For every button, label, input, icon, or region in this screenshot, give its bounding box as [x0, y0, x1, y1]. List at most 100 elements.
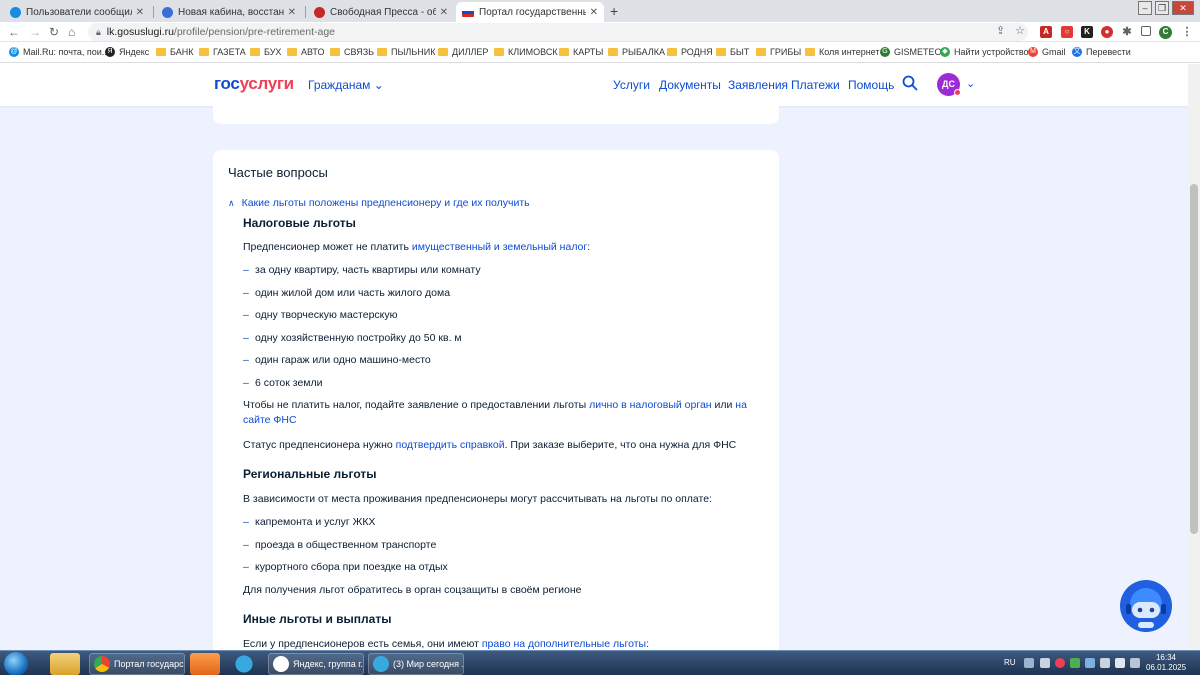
- adblock-extension-icon[interactable]: ●: [1101, 26, 1113, 38]
- new-tab-button[interactable]: +: [610, 3, 618, 19]
- faq-question-label: Какие льготы положены предпенсионеру и г…: [241, 197, 530, 209]
- russian-flag-favicon-icon: [462, 7, 474, 17]
- browser-tab-2[interactable]: Новая кабина, восстановлен ✕: [156, 2, 302, 22]
- url-path: /profile/pension/pre-retirement-age: [173, 26, 336, 38]
- extensions-puzzle-icon[interactable]: ✱: [1121, 26, 1133, 38]
- find-device-icon: ◆: [940, 47, 950, 57]
- restore-icon[interactable]: ❐: [1155, 1, 1169, 15]
- bookmark-folder[interactable]: ПЫЛЬНИК: [377, 47, 435, 57]
- close-tab-icon[interactable]: ✕: [136, 7, 144, 18]
- list-item: – проезда в общественном транспорте: [243, 539, 437, 551]
- tax-office-link[interactable]: лично в налоговый орган: [589, 399, 712, 411]
- nav-payments[interactable]: Платежи: [791, 78, 840, 92]
- nav-applications[interactable]: Заявления: [728, 78, 788, 92]
- tray-network-icon[interactable]: [1024, 658, 1034, 668]
- bookmark-gmail[interactable]: M Gmail: [1028, 47, 1066, 57]
- close-tab-icon[interactable]: ✕: [590, 7, 598, 18]
- file-explorer-icon[interactable]: [50, 653, 80, 675]
- browser-toolbar: ← → ↻ ⌂ 🔒︎ lk.gosuslugi.ru /profile/pens…: [0, 22, 1200, 42]
- bookmark-star-icon[interactable]: ☆: [1015, 24, 1025, 37]
- k-extension-icon[interactable]: K: [1081, 26, 1093, 38]
- bookmark-folder[interactable]: БЫТ: [716, 47, 749, 57]
- profile-avatar[interactable]: C: [1159, 26, 1172, 39]
- nav-documents[interactable]: Документы: [659, 78, 721, 92]
- section-heading: Налоговые льготы: [243, 216, 356, 230]
- bookmark-folder[interactable]: БУХ: [250, 47, 281, 57]
- folder-icon: [250, 48, 260, 56]
- windows-taskbar: Портал государс... Яндекс, группа г... (…: [0, 650, 1200, 675]
- robot-assistant-icon[interactable]: [1118, 578, 1174, 634]
- bookmark-yandex[interactable]: Я Яндекс: [105, 47, 149, 57]
- close-tab-icon[interactable]: ✕: [288, 7, 296, 18]
- opera-extension-icon[interactable]: ○: [1061, 26, 1073, 38]
- tray-yandex-icon[interactable]: [1055, 658, 1065, 668]
- bookmark-folder[interactable]: РОДНЯ: [667, 47, 713, 57]
- bookmark-folder[interactable]: КАРТЫ: [559, 47, 603, 57]
- tab-title: Портал государственных услуг: [479, 6, 586, 18]
- gosuslugi-logo[interactable]: госуслуги: [214, 74, 294, 94]
- bookmark-folder[interactable]: ГАЗЕТА: [199, 47, 246, 57]
- page-scrollbar[interactable]: [1188, 64, 1200, 650]
- taskbar-yandex-window[interactable]: Яндекс, группа г...: [268, 653, 364, 675]
- back-arrow-icon[interactable]: ←: [8, 25, 20, 39]
- bookmark-folder[interactable]: КЛИМОВСК: [494, 47, 558, 57]
- list-item: – один гараж или одно машино-место: [243, 354, 431, 366]
- start-button[interactable]: [4, 652, 28, 675]
- pdf-extension-icon[interactable]: A: [1040, 26, 1052, 38]
- minimize-icon[interactable]: –: [1138, 1, 1152, 15]
- list-item: – за одну квартиру, часть квартиры или ко…: [243, 264, 481, 276]
- close-window-icon[interactable]: ✕: [1172, 1, 1194, 15]
- nav-help[interactable]: Помощь: [848, 78, 894, 92]
- tray-app-icon[interactable]: [1040, 658, 1050, 668]
- address-bar[interactable]: 🔒︎ lk.gosuslugi.ru /profile/pension/pre-…: [88, 23, 1028, 41]
- nav-services[interactable]: Услуги: [613, 78, 650, 92]
- tray-speaker-icon[interactable]: [1130, 658, 1140, 668]
- additional-benefits-link[interactable]: право на дополнительные льготы: [482, 638, 646, 650]
- taskbar-telegram-window[interactable]: (3) Мир сегодня ...: [368, 653, 464, 675]
- folder-icon: [438, 48, 448, 56]
- bookmark-folder[interactable]: ГРИБЫ: [756, 47, 801, 57]
- at-sign-icon: @: [9, 47, 19, 57]
- bookmark-gismeteo[interactable]: G GISMETEO: [880, 47, 942, 57]
- folder-icon: [667, 48, 677, 56]
- system-clock[interactable]: 16:34 06.01.2025: [1146, 653, 1186, 673]
- browser-tab-3[interactable]: Свободная Пресса - обществен ✕: [308, 2, 454, 22]
- role-selector[interactable]: Гражданам ⌄: [308, 78, 384, 92]
- browser-menu-icon[interactable]: ⋮: [1181, 26, 1193, 38]
- search-icon[interactable]: [902, 75, 918, 91]
- taskbar-chrome-window[interactable]: Портал государс...: [89, 653, 185, 675]
- paragraph: Предпенсионер может не платить имуществе…: [243, 241, 591, 253]
- translate-icon: 文: [1072, 47, 1082, 57]
- bookmark-folder[interactable]: Коля интернет: [805, 47, 880, 57]
- scrollbar-thumb[interactable]: [1190, 184, 1198, 534]
- bookmark-folder[interactable]: ДИЛЛЕР: [438, 47, 488, 57]
- telegram-icon[interactable]: [229, 653, 259, 675]
- bookmark-mail[interactable]: @ Mail.Ru: почта, пои...: [9, 47, 109, 57]
- media-player-icon[interactable]: [190, 653, 220, 675]
- share-icon[interactable]: ⇪: [996, 24, 1005, 37]
- bookmark-folder[interactable]: РЫБАЛКА: [608, 47, 665, 57]
- bookmark-find-device[interactable]: ◆ Найти устройство: [940, 47, 1029, 57]
- bookmark-folder[interactable]: БАНК: [156, 47, 193, 57]
- tray-wifi-icon[interactable]: [1115, 658, 1125, 668]
- side-panel-icon[interactable]: [1141, 26, 1151, 36]
- bookmark-translate[interactable]: 文 Перевести: [1072, 47, 1131, 57]
- chevron-down-icon[interactable]: ⌄: [966, 77, 975, 90]
- list-item: –6 соток земли: [243, 377, 323, 389]
- bookmark-folder[interactable]: АВТО: [287, 47, 325, 57]
- browser-tab-1[interactable]: Пользователи сообщили о мас ✕: [4, 2, 150, 22]
- input-language[interactable]: RU: [1004, 658, 1016, 667]
- forward-arrow-icon[interactable]: →: [29, 25, 41, 39]
- close-tab-icon[interactable]: ✕: [440, 7, 448, 18]
- confirm-certificate-link[interactable]: подтвердить справкой: [396, 439, 505, 451]
- bookmark-folder[interactable]: СВЯЗЬ: [330, 47, 374, 57]
- property-tax-link[interactable]: имущественный и земельный налог: [412, 241, 587, 253]
- browser-tab-4-active[interactable]: Портал государственных услуг ✕: [456, 2, 604, 22]
- reload-icon[interactable]: ↻: [49, 25, 59, 39]
- faq-question-toggle[interactable]: ∧ Какие льготы положены предпенсионеру и…: [228, 197, 530, 209]
- tray-volume-icon[interactable]: [1100, 658, 1110, 668]
- tray-monitor-icon[interactable]: [1085, 658, 1095, 668]
- tray-antivirus-icon[interactable]: [1070, 658, 1080, 668]
- home-icon[interactable]: ⌂: [68, 25, 75, 39]
- folder-icon: [716, 48, 726, 56]
